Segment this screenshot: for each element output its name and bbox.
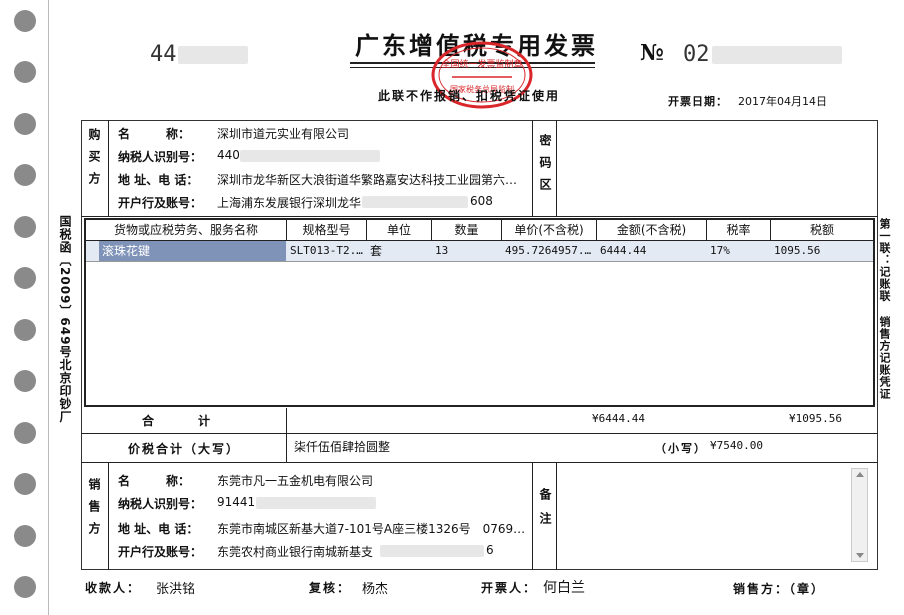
col-header-name: 货物或应税劳务、服务名称 <box>113 223 258 237</box>
seller-bank-suffix: 6 <box>486 543 494 557</box>
scroll-up-icon[interactable] <box>856 472 864 477</box>
cell-item-price[interactable]: 495.7264957... <box>503 241 595 261</box>
number-symbol: № <box>640 40 664 66</box>
remark-scrollbar[interactable] <box>851 468 868 562</box>
cell-item-amount[interactable]: 6444.44 <box>598 241 705 261</box>
divider <box>556 120 557 217</box>
buyer-addr-value[interactable]: 深圳市龙华新区大浪街道华繁路嘉安达科技工业园第六… <box>217 171 529 188</box>
copy-note: 第一联：记账联 销售方记账凭证 <box>878 218 891 400</box>
divider <box>556 462 557 570</box>
buyer-section-label: 购买方 <box>87 128 101 194</box>
seller-addr-value[interactable]: 东莞市南城区新基大道7-101号A座三楼1326号 0769-… <box>217 520 529 537</box>
perforation-strip <box>0 0 49 615</box>
redacted-account <box>380 545 484 557</box>
seller-bank-value[interactable]: 东莞农村商业银行南城新基支 <box>217 543 373 560</box>
buyer-bank-suffix: 608 <box>470 194 493 208</box>
seller-bank-label: 开户行及账号： <box>118 545 203 559</box>
cell-item-unit[interactable]: 套 <box>368 241 430 261</box>
cipher-area-label: 密码区 <box>538 134 552 200</box>
divider <box>81 462 878 463</box>
payee-value: 张洪铭 <box>156 582 196 597</box>
redacted-taxid <box>256 497 376 509</box>
col-header-tax: 税额 <box>809 223 834 237</box>
divider <box>532 462 533 570</box>
grand-total-figure-label: （小写） <box>655 442 707 455</box>
drawer-value: 何白兰 <box>543 580 585 596</box>
total-tax: ¥1095.56 <box>789 412 842 425</box>
divider <box>108 120 109 217</box>
date-value: 2017年04月14日 <box>738 95 827 108</box>
seller-taxid-value[interactable]: 91441 <box>217 495 255 509</box>
grand-total-words-label: 价税合计（大写） <box>128 442 241 456</box>
perforation-hole <box>14 422 36 444</box>
left-printing-note: 国税函〔2009〕649号北京印钞厂 <box>58 215 72 424</box>
cell-item-name[interactable]: 滚珠花键 <box>99 241 286 261</box>
scroll-down-icon[interactable] <box>856 553 864 558</box>
divider <box>108 462 109 570</box>
perforation-hole <box>14 216 36 238</box>
invoice-subtitle: 此联不作报销、扣税凭证使用 <box>378 89 561 103</box>
stamp-text-top: 全国统一发票监制章 <box>441 58 522 70</box>
seller-addr-label: 地 址、电 话： <box>118 522 199 536</box>
seller-name-label: 名 称： <box>118 474 191 488</box>
buyer-bank-value[interactable]: 上海浦东发展银行深圳龙华 <box>217 194 361 211</box>
perforation-hole <box>14 10 36 32</box>
buyer-taxid-label: 纳税人识别号： <box>118 150 203 164</box>
buyer-name-value[interactable]: 深圳市道元实业有限公司 <box>217 125 349 142</box>
cell-item-tax[interactable]: 1095.56 <box>772 241 872 261</box>
perforation-hole <box>14 61 36 83</box>
seller-taxid-label: 纳税人识别号： <box>118 497 203 511</box>
drawer-label: 开票人： <box>481 581 538 595</box>
buyer-addr-label: 地 址、电 话： <box>118 173 199 187</box>
invoice-code: 44 <box>150 42 177 67</box>
payee-label: 收款人： <box>85 581 142 595</box>
redacted-account <box>362 196 468 208</box>
perforation-hole <box>14 473 36 495</box>
redacted-number <box>712 46 842 64</box>
perforation-hole <box>14 370 36 392</box>
perforation-hole <box>14 267 36 289</box>
redacted-taxid <box>240 150 380 162</box>
divider <box>86 261 873 262</box>
col-header-qty: 数量 <box>454 223 479 237</box>
perforation-hole <box>14 113 36 135</box>
total-amount: ¥6444.44 <box>592 412 645 425</box>
buyer-name-label: 名 称： <box>118 127 191 141</box>
cell-item-qty[interactable]: 13 <box>433 241 500 261</box>
col-header-unit: 单位 <box>386 223 411 237</box>
total-label: 合 计 <box>142 414 213 428</box>
perforation-hole <box>14 525 36 547</box>
col-header-amount: 金额(不含税) <box>616 223 687 237</box>
remark-label: 备注 <box>538 488 552 536</box>
date-label: 开票日期： <box>668 95 728 108</box>
seller-name-value[interactable]: 东莞市凡一五金机电有限公司 <box>217 472 373 489</box>
invoice-number: 02 <box>683 42 710 67</box>
seller-seal-label: 销售方：（章） <box>733 582 826 596</box>
cell-item-spec[interactable]: SLT013-T2... <box>288 241 365 261</box>
divider <box>532 120 533 217</box>
perforation-hole <box>14 164 36 186</box>
cell-item-rate[interactable]: 17% <box>708 241 769 261</box>
buyer-taxid-value[interactable]: 440 <box>217 148 240 162</box>
seller-section-label: 销售方 <box>87 478 101 544</box>
col-header-spec: 规格型号 <box>302 223 351 237</box>
perforation-hole <box>14 319 36 341</box>
reviewer-label: 复核： <box>309 581 352 595</box>
redacted-code <box>178 46 248 64</box>
reviewer-value: 杨杰 <box>362 582 389 597</box>
divider <box>286 408 287 462</box>
buyer-bank-label: 开户行及账号： <box>118 196 203 210</box>
grand-total-words-value: 柒仟伍佰肆拾圆整 <box>294 440 391 454</box>
perforation-hole <box>14 576 36 598</box>
divider <box>81 433 878 434</box>
col-header-price: 单价(不含税) <box>514 223 584 237</box>
divider <box>81 216 878 217</box>
col-header-rate: 税率 <box>726 223 751 237</box>
grand-total-figure-value: ¥7540.00 <box>710 439 763 452</box>
